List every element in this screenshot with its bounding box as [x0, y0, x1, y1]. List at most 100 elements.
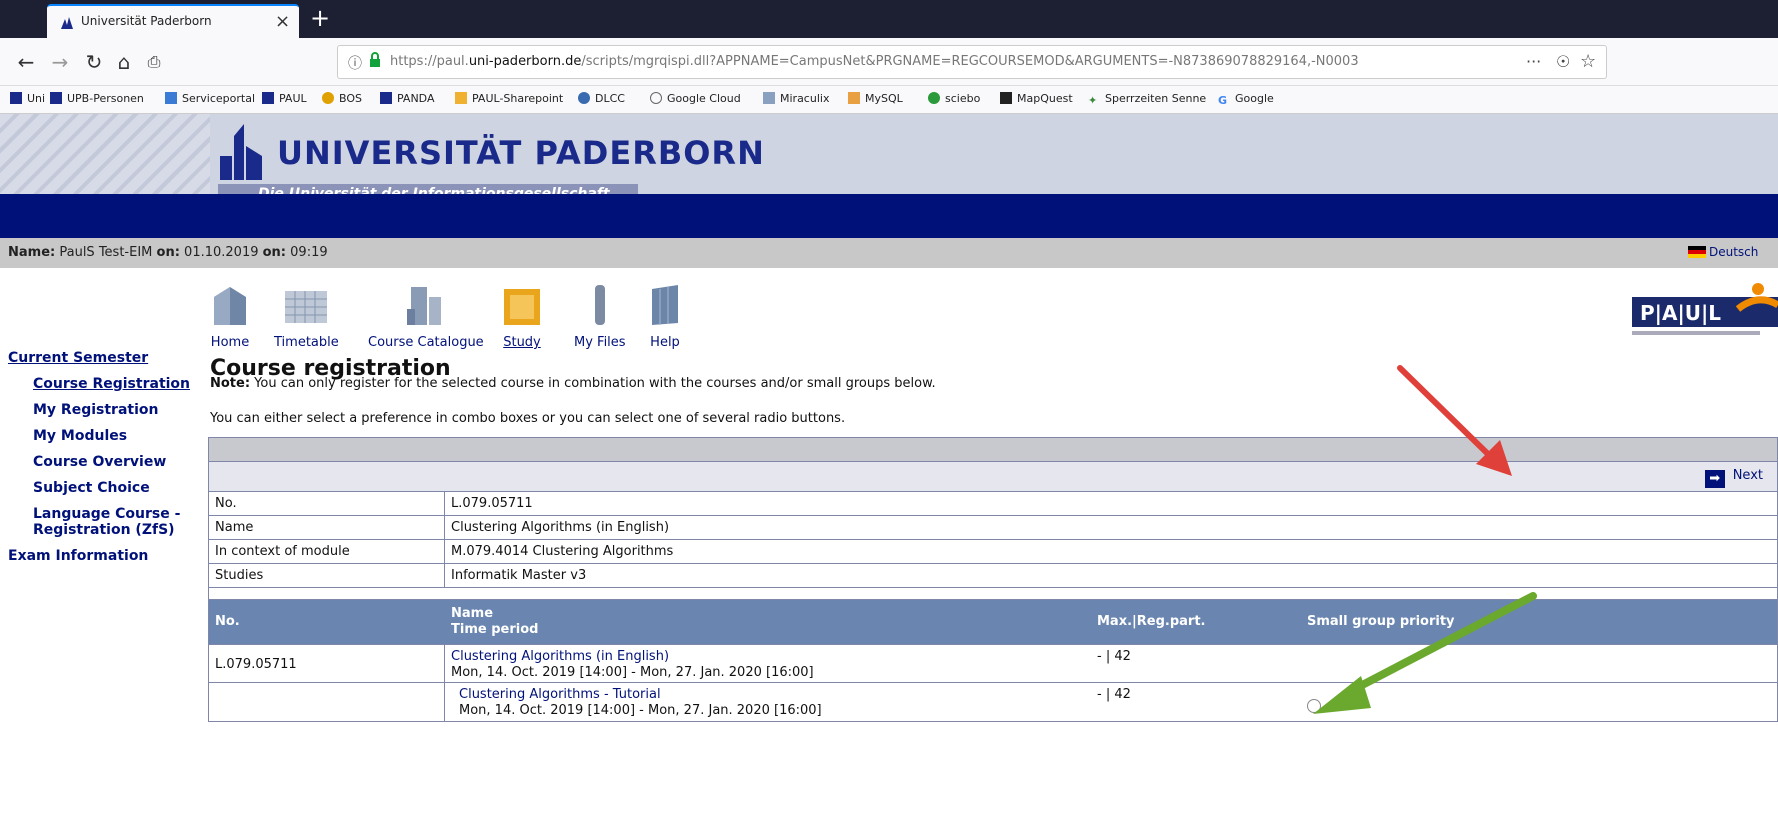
google-cloud-icon: [650, 92, 662, 104]
user-info-bar: Name: PaulS Test-EIM on: 01.10.2019 on: …: [0, 238, 1778, 268]
university-banner: UNIVERSITÄT PADERBORN Die Universität de…: [0, 114, 1778, 204]
university-logo-icon: [10, 92, 22, 104]
study-folder-icon: [504, 289, 540, 325]
google-icon: G: [1218, 94, 1228, 107]
tab-title: Universität Paderborn: [81, 14, 212, 28]
print-icon[interactable]: ⎙: [142, 50, 166, 74]
bookmark-item[interactable]: PAUL-Sharepoint: [455, 92, 563, 105]
url-bar[interactable]: ⓘ https://paul.uni-paderborn.de/scripts/…: [337, 45, 1607, 79]
bookmark-item[interactable]: G Google: [1218, 92, 1274, 107]
url-text: https://paul.uni-paderborn.de/scripts/mg…: [390, 54, 1359, 69]
browser-nav-bar: ← → ↻ ⌂ ⎙ ⓘ https://paul.uni-paderborn.d…: [0, 38, 1778, 86]
pocket-icon[interactable]: ☉: [1556, 52, 1570, 71]
miraculix-icon: [763, 92, 775, 104]
bookmarks-bar: Uni UPB-Personen Serviceportal PAUL BOS …: [0, 86, 1778, 114]
bookmark-item[interactable]: Google Cloud: [650, 92, 741, 105]
browser-tab-bar: Universität Paderborn × +: [0, 0, 1778, 38]
bookmark-item[interactable]: Serviceportal: [165, 92, 255, 105]
nav-course-catalogue[interactable]: Course Catalogue: [368, 283, 484, 350]
table-action-bar: ➡ Next: [209, 462, 1777, 492]
lock-icon[interactable]: [368, 52, 382, 68]
university-name: UNIVERSITÄT PADERBORN: [277, 134, 765, 172]
col-name: Name: [451, 606, 494, 621]
new-tab-button[interactable]: +: [310, 4, 330, 32]
arrow-right-icon: ➡: [1704, 470, 1725, 488]
red-arrow-annotation: [1397, 365, 1512, 476]
note-text: Note: You can only register for the sele…: [210, 376, 936, 391]
more-icon[interactable]: ···: [1526, 52, 1541, 71]
course-name-link[interactable]: Clustering Algorithms (in English): [451, 649, 669, 664]
svg-text:P|A|U|L: P|A|U|L: [1640, 301, 1721, 325]
bos-icon: [322, 92, 334, 104]
bookmark-item[interactable]: PAUL: [262, 92, 307, 105]
sperrzeiten-icon: ✦: [1088, 94, 1098, 107]
forward-icon[interactable]: →: [48, 50, 72, 74]
home-icon[interactable]: ⌂: [112, 50, 136, 74]
bookmark-item[interactable]: MapQuest: [1000, 92, 1073, 105]
bookmark-item[interactable]: Miraculix: [763, 92, 829, 105]
green-arrow-annotation: [1313, 592, 1537, 714]
bookmark-star-icon[interactable]: ☆: [1580, 51, 1596, 72]
col-max: Max.|Reg.part.: [1097, 614, 1206, 629]
bookmark-item[interactable]: PANDA: [380, 92, 435, 105]
help-icon: [652, 285, 678, 325]
close-tab-icon[interactable]: ×: [275, 11, 290, 32]
bookmark-item[interactable]: ✦ Sperrzeiten Senne: [1088, 92, 1206, 107]
dlcc-icon: [578, 92, 590, 104]
timetable-icon: [285, 291, 328, 323]
next-button[interactable]: ➡ Next: [1704, 468, 1763, 488]
bookmark-item[interactable]: Uni: [10, 92, 45, 105]
mysql-icon: [848, 92, 860, 104]
bookmark-item[interactable]: BOS: [322, 92, 362, 105]
info-row-name: Name Clustering Algorithms (in English): [209, 516, 1777, 540]
sidebar-item-exam-information[interactable]: Exam Information: [8, 548, 198, 564]
mapquest-icon: [1000, 92, 1012, 104]
info-icon[interactable]: ⓘ: [348, 53, 362, 73]
back-icon[interactable]: ←: [14, 50, 38, 74]
files-icon: [594, 285, 605, 325]
sciebo-icon: [928, 92, 940, 104]
nav-help[interactable]: Help: [648, 283, 682, 350]
university-logo-icon: [380, 92, 392, 104]
sidebar-item-course-overview[interactable]: Course Overview: [8, 454, 198, 470]
bookmark-item[interactable]: sciebo: [928, 92, 980, 105]
sidebar-item-my-registration[interactable]: My Registration: [8, 402, 198, 418]
catalogue-icon: [406, 287, 441, 325]
university-logo-icon: [220, 124, 262, 180]
tutorial-name-link[interactable]: Clustering Algorithms - Tutorial: [459, 687, 661, 702]
university-logo-icon: [61, 17, 73, 29]
info-row-module: In context of module M.079.4014 Clusterin…: [209, 540, 1777, 564]
hint-text: You can either select a preference in co…: [210, 411, 846, 426]
sharepoint-icon: [455, 92, 467, 104]
university-logo-icon: [50, 92, 62, 104]
sidebar-item-my-modules[interactable]: My Modules: [8, 428, 198, 444]
reload-icon[interactable]: ↻: [82, 50, 106, 74]
sidebar-item-subject-choice[interactable]: Subject Choice: [8, 480, 198, 496]
sidebar-item-current-semester[interactable]: Current Semester: [8, 350, 198, 366]
nav-timetable[interactable]: Timetable: [274, 283, 339, 350]
german-flag-icon: [1688, 246, 1706, 258]
info-row-studies: Studies Informatik Master v3: [209, 564, 1777, 588]
serviceportal-icon: [165, 92, 177, 104]
bookmark-item[interactable]: MySQL: [848, 92, 903, 105]
table-header-bar: [209, 438, 1777, 462]
sidebar-item-language-course[interactable]: Language Course - Registration (ZfS): [8, 506, 198, 538]
nav-study[interactable]: Study: [500, 283, 544, 350]
col-time: Time period: [451, 622, 539, 637]
info-row-no: No. L.079.05711: [209, 492, 1777, 516]
bookmark-item[interactable]: DLCC: [578, 92, 625, 105]
paul-logo-icon: P|A|U|L: [1632, 283, 1778, 335]
bookmark-item[interactable]: UPB-Personen: [50, 92, 144, 105]
sidebar: Current Semester Course Registration My …: [8, 350, 198, 574]
circuit-decoration: [0, 114, 210, 194]
col-no: No.: [215, 614, 240, 629]
language-switch[interactable]: Deutsch: [1688, 245, 1758, 259]
browser-tab[interactable]: Universität Paderborn ×: [47, 4, 299, 38]
nav-home[interactable]: Home: [210, 283, 250, 350]
sidebar-item-course-registration[interactable]: Course Registration: [8, 376, 198, 392]
header-blue-bar: [0, 194, 1778, 238]
nav-my-files[interactable]: My Files: [574, 283, 626, 350]
home-building-icon: [214, 287, 246, 325]
university-logo-icon: [262, 92, 274, 104]
user-info-text: Name: PaulS Test-EIM on: 01.10.2019 on: …: [8, 245, 328, 260]
